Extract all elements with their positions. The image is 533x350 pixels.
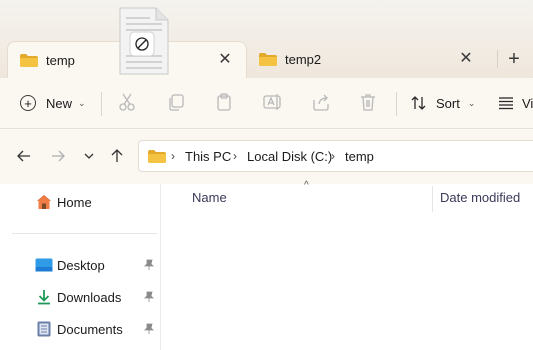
chevron-right-icon: › [331,149,335,163]
back-button[interactable] [14,146,34,166]
new-button[interactable]: + New ⌄ [20,92,86,114]
up-button[interactable] [107,146,127,166]
toolbar-divider [396,92,397,116]
file-list[interactable] [161,184,533,350]
arrow-up-icon [111,149,123,162]
sidebar-item-documents[interactable]: Documents [35,319,123,339]
breadcrumb-temp[interactable]: temp [345,149,374,164]
chevron-right-icon: › [171,149,175,163]
folder-icon [20,54,38,67]
new-label: New [46,95,73,111]
tab-label: temp2 [285,52,322,67]
column-header-name[interactable]: Name [192,190,227,205]
pin-icon[interactable] [143,291,155,303]
chevron-down-icon: ⌄ [467,97,476,108]
view-list-icon [499,97,513,110]
sidebar-item-label: Documents [57,321,123,337]
close-tab-button[interactable]: ✕ [214,48,236,70]
paste-icon[interactable] [214,92,234,112]
view-label: Vi [522,95,533,111]
sort-label: Sort [436,95,460,111]
address-bar[interactable]: › This PC › Local Disk (C:) › temp [138,140,533,172]
cut-icon[interactable] [117,92,137,112]
column-header-date-modified[interactable]: Date modified [440,190,520,205]
sidebar-separator [12,233,157,234]
home-icon [35,194,53,210]
column-divider[interactable] [432,186,433,212]
plus-circle-icon: + [20,95,36,111]
sort-icon [411,96,426,110]
chevron-right-icon: › [233,149,237,163]
recent-locations-button[interactable] [79,146,99,166]
dragged-file-icon [119,7,169,75]
breadcrumb-this-pc[interactable]: This PC [185,149,231,164]
view-button[interactable]: Vi [498,92,533,114]
sort-ascending-icon: ^ [304,180,309,191]
delete-icon[interactable] [358,92,378,112]
tab-label: temp [46,53,75,68]
share-icon[interactable] [311,92,331,112]
chevron-down-icon [84,153,94,159]
sort-button[interactable]: Sort ⌄ [410,92,475,114]
sidebar-item-label: Downloads [57,289,122,305]
tab-temp2[interactable]: temp2 ✕ [252,41,487,78]
sidebar-item-desktop[interactable]: Desktop [35,255,105,275]
documents-icon [35,321,53,337]
tab-divider [497,50,498,68]
pin-icon[interactable] [143,259,155,271]
forward-button[interactable] [48,146,68,166]
navigation-bar: › This PC › Local Disk (C:) › temp [0,129,533,185]
arrow-left-icon [17,150,30,162]
folder-icon [148,150,166,163]
desktop-icon [35,257,53,273]
close-tab-button[interactable]: ✕ [455,47,477,69]
sidebar-item-home[interactable]: Home [35,192,92,212]
arrow-right-icon [52,150,65,162]
sidebar-item-label: Desktop [57,257,105,273]
downloads-icon [35,289,53,305]
tab-strip: temp ✕ temp2 ✕ + [0,0,533,78]
sidebar-item-downloads[interactable]: Downloads [35,287,121,307]
chevron-down-icon: ⌄ [78,97,86,108]
sidebar-item-label: Home [57,194,92,210]
new-tab-button[interactable]: + [500,46,528,72]
command-bar: + New ⌄ Sort ⌄ Vi [0,78,533,129]
breadcrumb-local-disk[interactable]: Local Disk (C:) [247,149,332,164]
folder-icon [259,53,277,66]
rename-icon[interactable] [262,92,282,112]
copy-icon[interactable] [166,92,186,112]
pin-icon[interactable] [143,323,155,335]
toolbar-divider [101,92,102,116]
